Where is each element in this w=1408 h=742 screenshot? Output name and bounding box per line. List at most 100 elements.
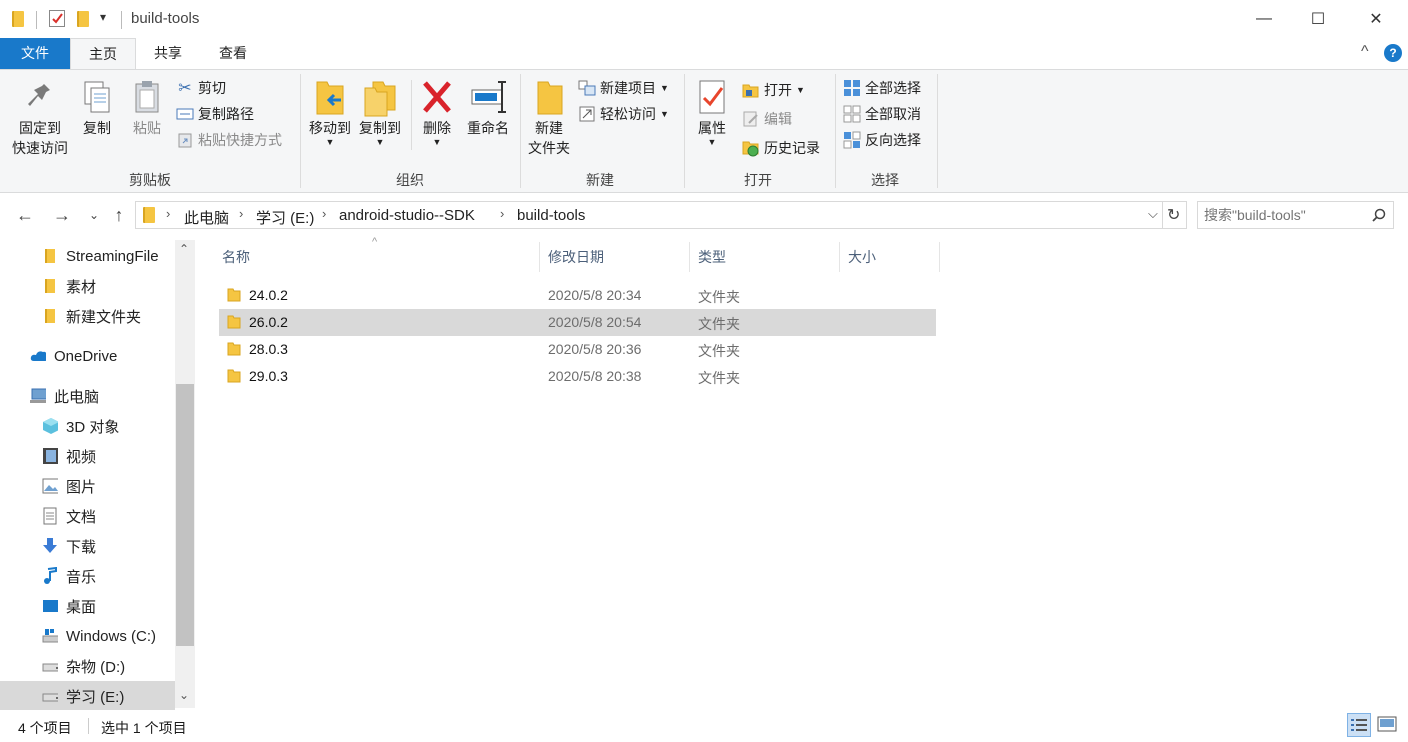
nav-item[interactable]: 音乐	[0, 561, 175, 591]
nav-item[interactable]: 学习 (E:)	[0, 681, 175, 711]
nav-item[interactable]: StreamingFile	[0, 241, 175, 271]
rename-button[interactable]: 重命名	[462, 78, 514, 138]
scrollbar-thumb[interactable]	[176, 384, 194, 646]
forward-arrow-icon[interactable]: →	[50, 205, 74, 226]
file-row[interactable]: 26.0.2 2020/5/8 20:54 文件夹	[219, 309, 936, 336]
select-all-button[interactable]: 全部选择	[843, 76, 921, 100]
paste-shortcut-button[interactable]: 粘贴快捷方式	[176, 128, 282, 152]
open-button[interactable]: 打开 ▼	[742, 78, 805, 102]
nav-item[interactable]: 素材	[0, 271, 175, 301]
nav-item[interactable]: 3D 对象	[0, 411, 175, 441]
properties-icon	[699, 80, 725, 114]
invert-selection-button[interactable]: 反向选择	[843, 128, 921, 152]
file-row[interactable]: 29.0.3 2020/5/8 20:38 文件夹	[219, 363, 936, 390]
scroll-up-icon[interactable]: ⌃	[179, 242, 189, 256]
easy-access-icon	[578, 105, 596, 123]
file-row[interactable]: 24.0.2 2020/5/8 20:34 文件夹	[219, 282, 936, 309]
file-row[interactable]: 28.0.3 2020/5/8 20:36 文件夹	[219, 336, 936, 363]
new-folder-icon	[537, 81, 563, 115]
nav-item[interactable]: Windows (C:)	[0, 621, 175, 651]
nav-item[interactable]: 此电脑	[0, 381, 175, 411]
move-to-button[interactable]: 移动到 ▼	[306, 78, 354, 147]
column-header-name[interactable]: 名称	[222, 248, 538, 272]
close-button[interactable]: ✕	[1348, 0, 1404, 38]
nav-item[interactable]: 杂物 (D:)	[0, 651, 175, 681]
pin-icon	[28, 84, 50, 106]
breadcrumb-build-tools[interactable]: build-tools	[517, 207, 585, 224]
column-divider[interactable]	[539, 242, 540, 272]
back-arrow-icon[interactable]: ←	[13, 205, 37, 226]
nav-item[interactable]: 文档	[0, 501, 175, 531]
tab-home[interactable]: 主页	[70, 38, 136, 69]
downloads-icon	[42, 538, 58, 554]
help-button[interactable]: ?	[1384, 44, 1402, 62]
breadcrumb-sdk[interactable]: android-studio--SDK	[339, 207, 475, 224]
nav-item[interactable]: 新建文件夹	[0, 301, 175, 331]
details-view-icon	[1351, 719, 1367, 731]
search-input[interactable]	[1204, 205, 1364, 225]
up-arrow-icon[interactable]: ↑	[107, 205, 131, 226]
column-divider[interactable]	[839, 242, 840, 272]
edit-icon	[742, 110, 760, 128]
tab-file[interactable]: 文件	[0, 38, 70, 69]
group-separator	[300, 74, 301, 188]
easy-access-button[interactable]: 轻松访问 ▼	[578, 102, 669, 126]
scissors-icon: ✂	[178, 80, 192, 97]
file-type: 文件夹	[698, 343, 740, 359]
chevron-down-icon: ▼	[660, 109, 669, 119]
column-header-size[interactable]: 大小	[848, 248, 938, 272]
new-item-button[interactable]: 新建项目 ▼	[578, 76, 669, 100]
nav-item[interactable]: 下载	[0, 531, 175, 561]
properties-quick-icon[interactable]	[49, 10, 65, 27]
properties-button[interactable]: 属性 ▼	[690, 78, 734, 147]
history-button[interactable]: 历史记录	[742, 136, 820, 160]
nav-item[interactable]: 图片	[0, 471, 175, 501]
pin-to-quick-access-button[interactable]: 固定到 快速访问	[8, 78, 72, 158]
edit-button[interactable]: 编辑	[742, 107, 792, 131]
tab-share[interactable]: 共享	[138, 38, 198, 69]
chevron-right-icon[interactable]: ›	[322, 206, 326, 221]
group-label-new: 新建	[586, 172, 614, 188]
column-header-type[interactable]: 类型	[698, 248, 838, 272]
chevron-right-icon[interactable]: ›	[500, 206, 504, 221]
chevron-right-icon[interactable]: ›	[239, 206, 243, 221]
copy-to-button[interactable]: 复制到 ▼	[356, 78, 404, 147]
address-dropdown-icon[interactable]: ⌵	[1148, 206, 1158, 222]
minimize-button[interactable]: —	[1236, 0, 1292, 38]
copy-to-icon	[364, 81, 396, 117]
breadcrumb-drive-e[interactable]: 学习 (E:)	[256, 207, 314, 228]
scroll-down-icon[interactable]: ⌄	[179, 688, 189, 702]
drive-icon	[42, 658, 58, 674]
details-view-button[interactable]	[1347, 713, 1371, 737]
copy-path-button[interactable]: 复制路径	[176, 102, 254, 126]
new-folder-button[interactable]: 新建 文件夹	[524, 78, 574, 158]
delete-button[interactable]: 删除 ▼	[416, 78, 458, 147]
column-divider[interactable]	[689, 242, 690, 272]
search-icon[interactable]	[1372, 208, 1386, 222]
search-box[interactable]	[1197, 201, 1394, 229]
copy-label: 复制	[83, 120, 111, 136]
nav-item[interactable]: OneDrive	[0, 341, 175, 371]
chevron-right-icon[interactable]: ›	[166, 206, 170, 221]
customize-quick-access-button[interactable]: ▾	[100, 10, 106, 24]
nav-item[interactable]: 视频	[0, 441, 175, 471]
column-divider[interactable]	[939, 242, 940, 272]
cut-button[interactable]: ✂ 剪切	[176, 76, 226, 100]
copy-button[interactable]: 复制	[76, 78, 118, 138]
column-header-date[interactable]: 修改日期	[548, 248, 688, 272]
paste-button[interactable]: 粘贴	[126, 78, 168, 138]
file-date: 2020/5/8 20:34	[548, 287, 642, 303]
copy-path-icon	[176, 105, 194, 123]
nav-item[interactable]: 桌面	[0, 591, 175, 621]
file-name: 28.0.3	[249, 341, 288, 357]
tab-view[interactable]: 查看	[203, 38, 263, 69]
maximize-button[interactable]: ☐	[1290, 0, 1346, 38]
recent-locations-chevron-icon[interactable]: ⌄	[82, 208, 106, 222]
large-icons-view-button[interactable]	[1377, 716, 1397, 735]
collapse-ribbon-button[interactable]: ^	[1361, 43, 1369, 61]
new-folder-quick-icon[interactable]	[77, 11, 89, 27]
refresh-icon[interactable]: ↻	[1167, 205, 1180, 225]
address-bar[interactable]: › 此电脑 › 学习 (E:) › android-studio--SDK › …	[135, 201, 1187, 229]
breadcrumb-this-pc[interactable]: 此电脑	[184, 207, 229, 228]
select-none-button[interactable]: 全部取消	[843, 102, 921, 126]
